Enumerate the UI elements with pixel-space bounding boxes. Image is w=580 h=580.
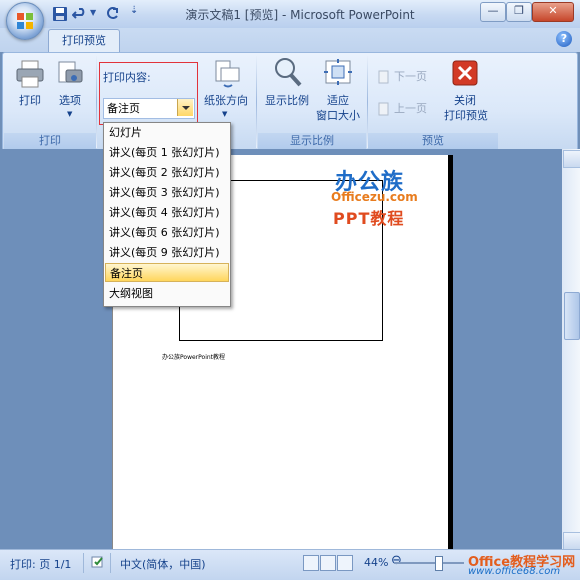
redo-icon[interactable] <box>104 6 120 22</box>
fit-window-label-1[interactable]: 适应 <box>318 93 358 108</box>
menu-item-notes-page[interactable]: 备注页 <box>105 263 229 282</box>
help-icon[interactable]: ? <box>556 31 572 47</box>
office-button[interactable] <box>6 2 44 40</box>
next-page-icon[interactable] <box>377 70 391 84</box>
group-separator <box>96 56 97 148</box>
group-separator <box>256 56 257 148</box>
corner-watermark-url: www.office68.com <box>468 566 561 577</box>
menu-item-handout-3[interactable]: 讲义(每页 3 张幻灯片) <box>105 183 229 202</box>
printer-icon[interactable] <box>14 58 46 90</box>
status-divider <box>110 553 111 573</box>
watermark-subtitle: PPT教程 <box>333 209 405 228</box>
close-icon: ✕ <box>548 4 558 17</box>
fit-window-label-2[interactable]: 窗口大小 <box>312 108 364 123</box>
magnifier-icon[interactable] <box>272 56 304 88</box>
print-button[interactable]: 打印 <box>10 93 50 108</box>
print-content-value: 备注页 <box>107 102 140 115</box>
notes-text: 办公族PowerPoint教程 <box>162 354 226 361</box>
menu-item-handout-2[interactable]: 讲义(每页 2 张幻灯片) <box>105 163 229 182</box>
print-content-label: 打印内容: <box>103 71 151 84</box>
zoom-slider-thumb[interactable] <box>435 556 443 571</box>
spellcheck-icon[interactable] <box>91 555 105 569</box>
save-icon[interactable] <box>52 6 68 22</box>
slide-sorter-view-icon[interactable] <box>320 555 336 571</box>
previous-page-icon[interactable] <box>377 102 391 116</box>
scroll-up-button[interactable] <box>563 150 580 168</box>
tab-print-preview[interactable]: 打印预览 <box>48 29 120 53</box>
menu-item-slides[interactable]: 幻灯片 <box>105 123 229 142</box>
zoom-out-icon[interactable]: ⊖ <box>391 553 402 568</box>
page-indicator: 打印: 页 1/1 <box>10 558 72 571</box>
menu-item-outline-view[interactable]: 大纲视图 <box>105 284 229 303</box>
menu-item-handout-4[interactable]: 讲义(每页 4 张幻灯片) <box>105 203 229 222</box>
menu-item-handout-9[interactable]: 讲义(每页 9 张幻灯片) <box>105 243 229 262</box>
orientation-icon[interactable] <box>210 58 242 90</box>
scroll-down-button[interactable] <box>563 532 580 550</box>
window-title: 演示文稿1 [预览] - Microsoft PowerPoint <box>185 8 415 22</box>
office-logo-icon <box>17 13 33 29</box>
normal-view-icon[interactable] <box>303 555 319 571</box>
minimize-icon: — <box>487 4 499 17</box>
print-content-menu: 幻灯片 讲义(每页 1 张幻灯片) 讲义(每页 2 张幻灯片) 讲义(每页 3 … <box>103 122 231 307</box>
orientation-dropdown-icon[interactable]: ▼ <box>222 110 227 118</box>
options-icon[interactable] <box>54 58 86 90</box>
options-button[interactable]: 选项 <box>50 93 90 108</box>
slideshow-view-icon[interactable] <box>337 555 353 571</box>
group-label-zoom: 显示比例 <box>258 133 366 149</box>
menu-item-handout-6[interactable]: 讲义(每页 6 张幻灯片) <box>105 223 229 242</box>
language-indicator[interactable]: 中文(简体，中国) <box>120 556 206 572</box>
close-window-button[interactable]: ✕ <box>532 2 574 22</box>
close-preview-label-2[interactable]: 打印预览 <box>440 108 492 123</box>
orientation-button[interactable]: 纸张方向 <box>200 93 252 108</box>
scroll-thumb[interactable] <box>564 292 580 340</box>
close-preview-label-1[interactable]: 关闭 <box>445 93 485 108</box>
menu-item-handout-1[interactable]: 讲义(每页 1 张幻灯片) <box>105 143 229 162</box>
fit-window-icon[interactable] <box>322 57 354 89</box>
options-dropdown-icon[interactable]: ▼ <box>67 110 72 118</box>
previous-page-button[interactable]: 上一页 <box>394 101 427 116</box>
zoom-button[interactable]: 显示比例 <box>262 93 312 108</box>
group-label-preview: 预览 <box>368 133 498 149</box>
page-shadow <box>448 155 453 549</box>
dropdown-arrow-icon[interactable] <box>177 99 193 116</box>
undo-dropdown-icon[interactable]: ▼ <box>90 8 96 17</box>
zoom-level[interactable]: 44% <box>364 556 388 569</box>
close-preview-icon[interactable] <box>452 60 478 86</box>
watermark-url: Officezu.com <box>331 190 418 204</box>
restore-icon: ❐ <box>514 4 524 17</box>
customize-qat-icon[interactable]: ⇣ <box>130 5 138 16</box>
zoom-slider-track[interactable] <box>394 562 464 564</box>
vertical-scrollbar[interactable] <box>562 149 580 549</box>
group-label-print: 打印 <box>4 133 96 149</box>
status-divider <box>83 553 84 573</box>
next-page-button[interactable]: 下一页 <box>394 69 427 84</box>
undo-icon[interactable] <box>72 6 88 22</box>
maximize-button[interactable]: ❐ <box>506 2 532 22</box>
minimize-button[interactable]: — <box>480 2 506 22</box>
